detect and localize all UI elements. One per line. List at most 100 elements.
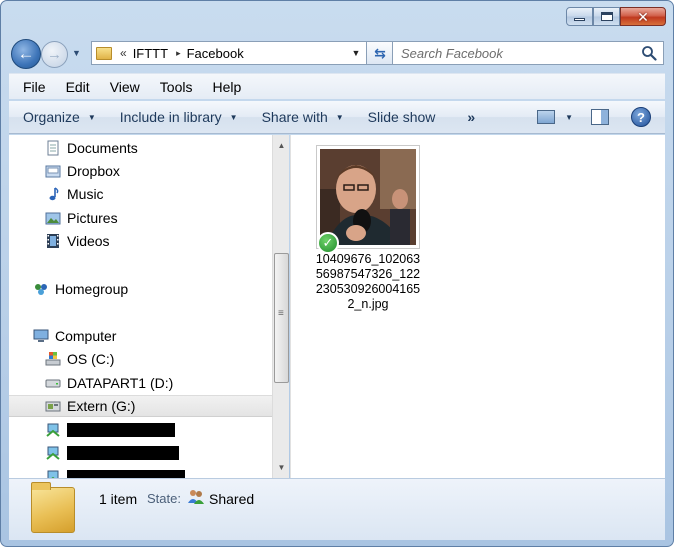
music-icon — [49, 187, 59, 201]
sidebar-item-network-share[interactable] — [45, 466, 185, 478]
homegroup-icon — [35, 284, 47, 295]
address-dropdown[interactable]: ▼ — [346, 42, 366, 64]
file-name-line: 56987547326_122 — [315, 267, 421, 281]
breadcrumb-ifttt[interactable]: IFTTT — [133, 46, 168, 61]
refresh-icon: ⇆ — [374, 44, 386, 61]
chevron-down-icon: ▼ — [87, 112, 96, 122]
sidebar-item-network-share[interactable] — [45, 419, 175, 441]
sidebar-item-label: OS (C:) — [67, 351, 115, 367]
navigation-pane: Documents Dropbox Music Pictures Videos … — [9, 135, 272, 478]
sidebar-item-label: Dropbox — [67, 163, 120, 179]
forward-button[interactable]: → — [41, 41, 68, 68]
breadcrumb-separator[interactable]: ▸ — [176, 48, 181, 59]
more-commands-button[interactable]: » — [467, 109, 475, 125]
forward-arrow-icon: → — [47, 46, 62, 63]
refresh-button[interactable]: ⇆ — [367, 41, 394, 65]
file-item[interactable]: ✓ 10409676_102063 56987547326_122 230530… — [315, 145, 421, 312]
hard-drive-icon — [45, 379, 61, 388]
chevron-down-icon: ▼ — [351, 48, 361, 58]
slideshow-label: Slide show — [367, 109, 436, 125]
view-options-dropdown[interactable]: ▼ — [565, 113, 573, 122]
minimize-button[interactable] — [566, 7, 593, 26]
window-controls: ✕ — [566, 7, 666, 26]
menu-tools[interactable]: Tools — [160, 79, 193, 95]
recent-pages-dropdown[interactable]: ▼ — [72, 48, 81, 58]
sidebar-item-label: Extern (G:) — [67, 398, 136, 414]
organize-label: Organize — [23, 109, 80, 125]
sidebar-item-computer[interactable]: Computer — [33, 325, 116, 347]
sidebar-item-label: Music — [67, 186, 104, 202]
computer-icon — [33, 329, 49, 342]
sidebar-item-drive-g[interactable]: Extern (G:) — [9, 395, 272, 417]
breadcrumb-facebook[interactable]: Facebook — [187, 46, 244, 61]
file-name[interactable]: 10409676_102063 56987547326_122 23053092… — [315, 252, 421, 312]
photo-image — [320, 149, 416, 245]
back-arrow-icon: ← — [17, 44, 35, 63]
sidebar-item-pictures[interactable]: Pictures — [45, 207, 118, 229]
scroll-thumb[interactable] — [274, 253, 289, 383]
sidebar-item-documents[interactable]: Documents — [45, 137, 138, 159]
minimize-icon — [574, 18, 585, 21]
pictures-icon — [45, 212, 61, 225]
state-value: Shared — [209, 491, 255, 507]
organize-button[interactable]: Organize ▼ — [23, 109, 96, 125]
network-share-icon — [46, 423, 60, 437]
breadcrumb-overflow[interactable]: « — [120, 46, 127, 60]
sidebar-item-label: Documents — [67, 140, 138, 156]
sidebar-item-homegroup[interactable]: Homegroup — [33, 278, 128, 300]
redacted-label — [67, 423, 175, 437]
menu-help[interactable]: Help — [212, 79, 241, 95]
menu-view[interactable]: View — [110, 79, 140, 95]
sidebar-item-dropbox[interactable]: Dropbox — [45, 160, 120, 182]
search-input[interactable] — [401, 45, 637, 61]
redacted-label — [67, 470, 185, 478]
scroll-down-icon[interactable]: ▼ — [273, 459, 290, 476]
network-share-icon — [47, 470, 59, 478]
search-icon[interactable] — [641, 45, 657, 61]
preview-pane-icon[interactable] — [591, 109, 609, 125]
include-in-library-button[interactable]: Include in library ▼ — [120, 109, 238, 125]
item-count: 1 item — [99, 491, 138, 507]
chevron-down-icon: ▼ — [229, 112, 238, 122]
back-button[interactable]: ← — [11, 39, 41, 69]
sidebar-item-label: DATAPART1 (D:) — [67, 375, 174, 391]
file-name-line: 10409676_102063 — [315, 252, 421, 266]
slide-show-button[interactable]: Slide show — [368, 109, 436, 125]
help-icon[interactable]: ? — [631, 107, 651, 127]
sidebar-item-label: Pictures — [67, 210, 118, 226]
search-box[interactable] — [392, 41, 664, 65]
videos-icon — [47, 234, 59, 248]
menu-edit[interactable]: Edit — [66, 79, 90, 95]
state-label: State: — [147, 491, 181, 506]
share-with-button[interactable]: Share with ▼ — [262, 109, 344, 125]
navigation-scrollbar[interactable]: ▲ ▼ — [272, 135, 289, 478]
sync-check-icon: ✓ — [317, 232, 339, 254]
menu-file[interactable]: File — [23, 79, 46, 95]
explorer-window: ✕ ← → ▼ « IFTTT ▸ Facebook ▼ ⇆ File Edit… — [0, 0, 674, 547]
scroll-up-icon[interactable]: ▲ — [273, 137, 290, 154]
network-drive-icon — [45, 401, 61, 412]
sidebar-item-drive-d[interactable]: DATAPART1 (D:) — [45, 372, 173, 394]
include-label: Include in library — [119, 109, 222, 125]
sidebar-item-videos[interactable]: Videos — [45, 230, 110, 252]
documents-icon — [47, 140, 59, 156]
file-thumbnail[interactable]: ✓ — [316, 145, 420, 254]
change-view-icon[interactable] — [537, 110, 556, 124]
close-button[interactable]: ✕ — [620, 7, 666, 26]
share-label: Share with — [261, 109, 328, 125]
sidebar-item-label: Videos — [67, 233, 110, 249]
maximize-button[interactable] — [593, 7, 620, 26]
command-bar: Organize ▼ Include in library ▼ Share with… — [9, 101, 665, 134]
sidebar-item-music[interactable]: Music — [45, 183, 104, 205]
maximize-icon — [600, 12, 613, 21]
sidebar-item-label: Homegroup — [55, 281, 129, 297]
system-drive-icon — [45, 352, 61, 366]
sidebar-item-drive-c[interactable]: OS (C:) — [45, 348, 114, 370]
network-share-icon — [46, 446, 60, 460]
sidebar-item-network-share[interactable] — [45, 442, 179, 464]
file-name-line: 2_n.jpg — [347, 297, 389, 311]
sidebar-item-label: Computer — [55, 328, 117, 344]
close-icon: ✕ — [637, 8, 649, 25]
redacted-label — [67, 446, 179, 460]
address-bar[interactable]: « IFTTT ▸ Facebook ▼ — [91, 41, 367, 65]
